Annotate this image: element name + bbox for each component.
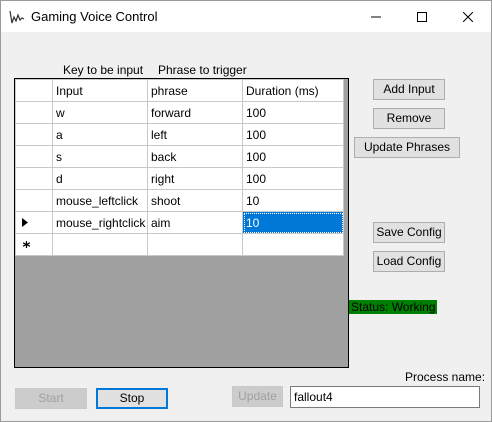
row-header[interactable] [15,145,53,168]
row-header[interactable] [15,167,53,190]
close-button[interactable] [445,1,491,32]
cell-input[interactable]: a [52,123,148,146]
column-header-phrase[interactable]: phrase [147,79,243,102]
grid-header-row: Input phrase Duration (ms) [15,79,344,102]
grid-corner-header[interactable] [15,79,53,102]
update-phrases-button[interactable]: Update Phrases [354,137,460,158]
cell-phrase-new[interactable] [147,233,243,256]
remove-button[interactable]: Remove [373,108,445,129]
row-header[interactable] [15,101,53,124]
cell-phrase[interactable]: right [147,167,243,190]
add-input-button[interactable]: Add Input [373,79,445,100]
bindings-grid[interactable]: Input phrase Duration (ms) w forward 100… [14,78,349,368]
start-button[interactable]: Start [15,388,87,409]
process-name-label: Process name: [405,370,486,384]
cell-phrase[interactable]: back [147,145,243,168]
cell-phrase[interactable]: left [147,123,243,146]
table-row[interactable]: mouse_leftclick shoot 10 [15,189,344,212]
cell-duration[interactable]: 100 [242,123,344,146]
cell-input[interactable]: mouse_rightclick [52,211,148,234]
key-column-label: Key to be input [63,63,144,77]
cell-input[interactable]: w [52,101,148,124]
cell-input[interactable]: s [52,145,148,168]
cell-duration[interactable]: 100 [242,101,344,124]
column-header-input[interactable]: Input [52,79,148,102]
title-bar[interactable]: Gaming Voice Control [1,1,491,32]
status-badge: Status: Working [349,300,438,314]
cell-duration[interactable]: 100 [242,167,344,190]
table-row[interactable]: w forward 100 [15,101,344,124]
cell-duration[interactable]: 10 [242,189,344,212]
maximize-button[interactable] [399,1,445,32]
cell-duration-new[interactable] [242,233,344,256]
cell-phrase[interactable]: aim [147,211,243,234]
minimize-icon [371,16,381,17]
row-pointer-icon [22,218,28,227]
table-row[interactable]: a left 100 [15,123,344,146]
cell-input[interactable]: mouse_leftclick [52,189,148,212]
cell-duration[interactable]: 100 [242,145,344,168]
cell-input[interactable]: d [52,167,148,190]
process-name-input[interactable] [290,386,480,408]
row-header-current[interactable] [15,211,53,234]
column-header-duration[interactable]: Duration (ms) [242,79,344,102]
cell-duration-selected[interactable]: 10 [242,211,344,234]
cell-phrase[interactable]: shoot [147,189,243,212]
table-row[interactable]: d right 100 [15,167,344,190]
new-row[interactable] [15,233,344,256]
update-button[interactable]: Update [232,386,283,407]
cell-phrase[interactable]: forward [147,101,243,124]
new-row-asterisk-icon [23,241,30,248]
stop-button[interactable]: Stop [96,388,168,409]
load-config-button[interactable]: Load Config [373,251,445,272]
save-config-button[interactable]: Save Config [373,222,445,243]
cell-input-new[interactable] [52,233,148,256]
row-header[interactable] [15,189,53,212]
maximize-icon [417,11,427,22]
waveform-app-icon [9,10,25,24]
table-row[interactable]: s back 100 [15,145,344,168]
phrase-column-label: Phrase to trigger [158,63,247,77]
app-window: Gaming Voice Control Key to be input Phr… [0,0,492,422]
table-row-current[interactable]: mouse_rightclick aim 10 [15,211,344,234]
row-header-new[interactable] [15,233,53,256]
row-header[interactable] [15,123,53,146]
window-title: Gaming Voice Control [31,9,158,24]
bindings-table: Input phrase Duration (ms) w forward 100… [15,79,344,256]
close-icon [463,11,473,22]
minimize-button[interactable] [353,1,399,32]
